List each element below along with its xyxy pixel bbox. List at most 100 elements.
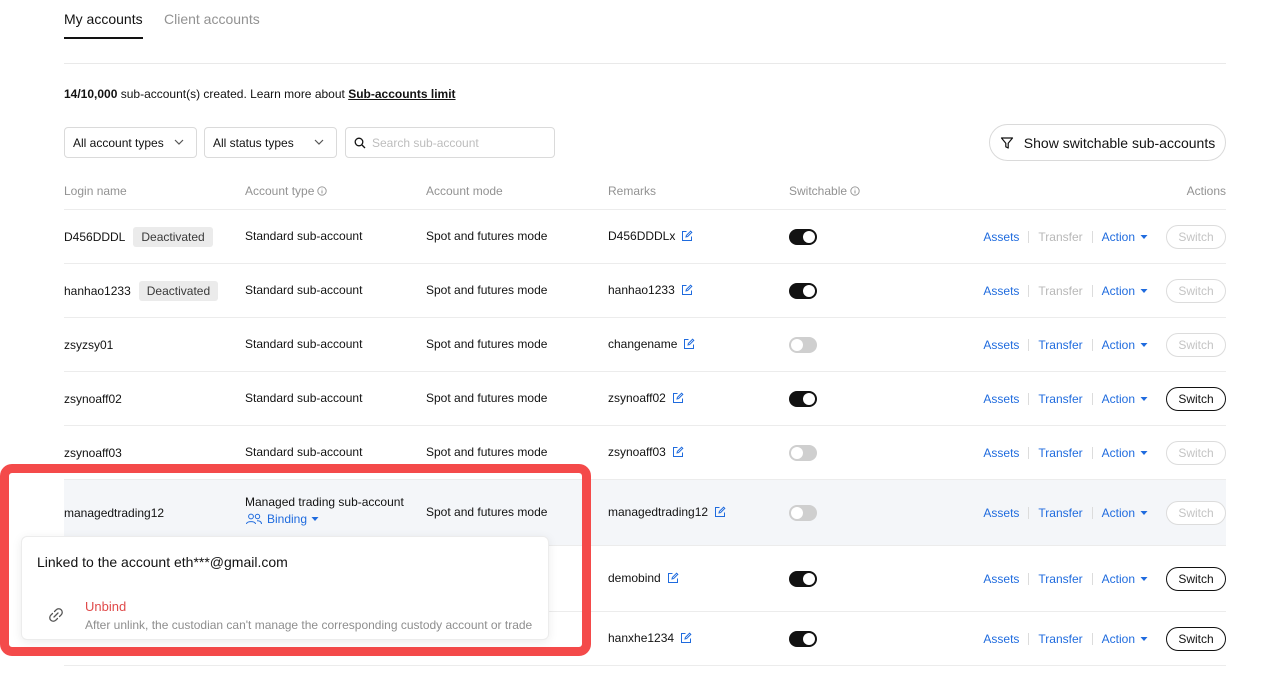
edit-icon[interactable] [681,230,693,242]
account-mode: Spot and futures mode [426,229,548,243]
action-dropdown[interactable]: Action [1102,392,1148,406]
tab-my-accounts[interactable]: My accounts [64,11,143,39]
login-name-cell: hanhao1233 Deactivated [64,281,219,301]
info-icon[interactable] [850,186,860,196]
row-actions: Assets Transfer Action Switch [983,333,1226,357]
caret-down-icon [1140,287,1148,295]
switchable-cell [789,631,817,647]
assets-link[interactable]: Assets [983,284,1019,298]
action-label: Action [1101,632,1135,646]
account-type-cell: Standard sub-account [245,229,362,243]
edit-icon[interactable] [680,632,692,644]
switchable-toggle[interactable] [789,391,817,407]
login-name-cell: zsyzsy01 [64,335,113,355]
tab-client-accounts[interactable]: Client accounts [164,11,260,37]
assets-link[interactable]: Assets [983,392,1019,406]
account-type-filter[interactable]: All account types [64,127,197,158]
switchable-cell [789,571,817,587]
switchable-toggle[interactable] [789,337,817,353]
transfer-link[interactable]: Transfer [1038,392,1082,406]
transfer-link[interactable]: Transfer [1038,338,1082,352]
linked-account-text: Linked to the account eth***@gmail.com [37,554,288,570]
edit-icon[interactable] [672,392,684,404]
column-switchable: Switchable [789,184,860,198]
binding-popover: Linked to the account eth***@gmail.com U… [21,536,549,640]
transfer-link[interactable]: Transfer [1038,506,1082,520]
toggle-knob [791,339,803,351]
remarks-cell: managedtrading12 [608,505,726,519]
switchable-toggle[interactable] [789,505,817,521]
unlink-icon [49,608,63,622]
assets-link[interactable]: Assets [983,506,1019,520]
action-dropdown[interactable]: Action [1102,506,1148,520]
transfer-link[interactable]: Transfer [1038,446,1082,460]
transfer-link[interactable]: Transfer [1038,230,1082,244]
chevron-down-icon [314,139,324,145]
divider [1091,231,1093,243]
action-dropdown[interactable]: Action [1102,230,1148,244]
caret-down-icon [1140,449,1148,457]
switch-button[interactable]: Switch [1166,501,1226,525]
divider [1028,447,1030,459]
action-dropdown[interactable]: Action [1102,632,1148,646]
remark-text: managedtrading12 [608,505,709,519]
switchable-toggle[interactable] [789,229,817,245]
info-icon[interactable] [317,186,328,196]
divider [1028,633,1030,645]
caret-down-icon [1140,341,1148,349]
divider [1028,507,1030,519]
action-dropdown[interactable]: Action [1102,572,1148,586]
transfer-link[interactable]: Transfer [1038,284,1082,298]
switch-button[interactable]: Switch [1166,567,1226,591]
switchable-toggle[interactable] [789,283,817,299]
action-label: Action [1101,572,1135,586]
divider [1028,573,1030,585]
search-input[interactable] [372,135,542,150]
switch-button[interactable]: Switch [1166,225,1226,249]
switchable-toggle[interactable] [789,445,817,461]
edit-icon[interactable] [672,446,684,458]
switchable-cell [789,505,817,521]
unbind-button[interactable]: Unbind [85,599,126,614]
switch-button[interactable]: Switch [1166,441,1226,465]
account-type-cell: Managed trading sub-account Binding [245,495,404,526]
assets-link[interactable]: Assets [983,632,1019,646]
unbind-description: After unlink, the custodian can't manage… [85,618,533,632]
action-dropdown[interactable]: Action [1102,338,1148,352]
transfer-link[interactable]: Transfer [1038,572,1082,586]
switch-button[interactable]: Switch [1166,279,1226,303]
assets-link[interactable]: Assets [983,230,1019,244]
switchable-toggle[interactable] [789,571,817,587]
edit-icon[interactable] [667,572,679,584]
assets-link[interactable]: Assets [983,338,1019,352]
action-label: Action [1101,506,1135,520]
toggle-knob [791,447,803,459]
login-name: zsyzsy01 [64,338,114,352]
switch-button[interactable]: Switch [1166,333,1226,357]
assets-link[interactable]: Assets [983,446,1019,460]
edit-icon[interactable] [683,338,695,350]
edit-icon[interactable] [714,506,726,518]
switchable-toggle[interactable] [789,631,817,647]
show-switchable-button[interactable]: Show switchable sub-accounts [989,124,1226,161]
switch-button[interactable]: Switch [1166,387,1226,411]
switch-button[interactable]: Switch [1166,627,1226,651]
binding-dropdown[interactable]: Binding [245,512,319,526]
row-actions: Assets Transfer Action Switch [983,627,1226,651]
edit-icon[interactable] [681,284,693,296]
toggle-knob [803,285,815,297]
search-box [345,127,555,158]
account-type-cell: Standard sub-account [245,391,362,405]
filter-icon [1000,136,1013,149]
row-actions: Assets Transfer Action Switch [983,279,1226,303]
action-dropdown[interactable]: Action [1102,284,1148,298]
status-type-filter[interactable]: All status types [204,127,337,158]
limit-text: sub-account(s) created. Learn more about [117,87,349,101]
account-type-filter-value: All account types [73,135,164,150]
sub-accounts-limit-link[interactable]: Sub-accounts limit [348,87,455,101]
row-actions: Assets Transfer Action Switch [983,567,1226,591]
assets-link[interactable]: Assets [983,572,1019,586]
transfer-link[interactable]: Transfer [1038,632,1082,646]
action-dropdown[interactable]: Action [1102,446,1148,460]
status-badge: Deactivated [133,227,213,247]
